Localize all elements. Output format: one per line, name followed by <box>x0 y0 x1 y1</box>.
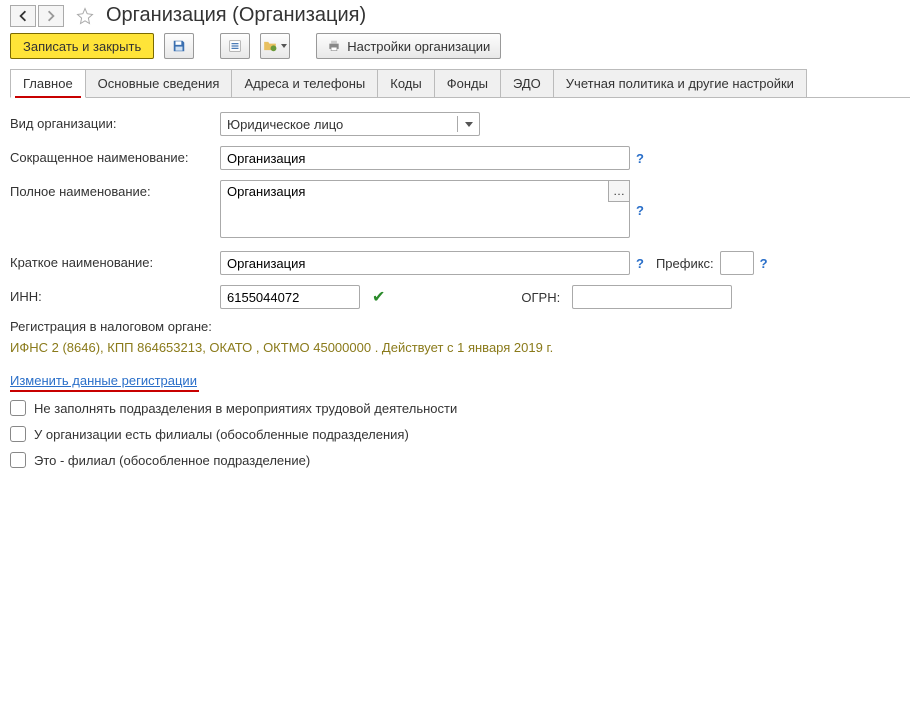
tab-bar: Главное Основные сведения Адреса и телеф… <box>10 69 910 98</box>
nav-forward-button[interactable] <box>38 5 64 27</box>
tab-basic-info[interactable]: Основные сведения <box>85 69 233 97</box>
chk-no-subdivisions-label: Не заполнять подразделения в мероприятия… <box>34 401 457 416</box>
tab-edo[interactable]: ЭДО <box>500 69 554 97</box>
favorite-star-icon[interactable] <box>74 5 96 27</box>
chk-is-branch[interactable] <box>10 452 26 468</box>
tab-codes[interactable]: Коды <box>377 69 434 97</box>
printer-icon <box>327 39 341 53</box>
registration-text: ИФНС 2 (8646), КПП 864653213, ОКАТО , ОК… <box>10 340 910 355</box>
help-icon[interactable]: ? <box>636 203 644 218</box>
tab-accounting-policy[interactable]: Учетная политика и другие настройки <box>553 69 807 97</box>
tab-main[interactable]: Главное <box>10 69 86 98</box>
chk-no-subdivisions[interactable] <box>10 400 26 416</box>
help-icon[interactable]: ? <box>636 151 644 166</box>
floppy-icon <box>172 39 186 53</box>
prefix-label: Префикс: <box>656 256 714 271</box>
registration-section-label: Регистрация в налоговом органе: <box>10 319 910 334</box>
chk-has-branches-label: У организации есть филиалы (обособленные… <box>34 427 409 442</box>
list-icon <box>228 39 242 53</box>
prefix-input[interactable] <box>720 251 754 275</box>
save-and-close-button[interactable]: Записать и закрыть <box>10 33 154 59</box>
chevron-down-icon <box>457 116 479 132</box>
tab-addresses[interactable]: Адреса и телефоны <box>231 69 378 97</box>
brief-name-input[interactable] <box>220 251 630 275</box>
tab-funds[interactable]: Фонды <box>434 69 501 97</box>
full-name-textarea[interactable]: Организация <box>220 180 630 238</box>
folder-dropdown-button[interactable] <box>260 33 290 59</box>
page-title: Организация (Организация) <box>106 4 366 27</box>
ogrn-input[interactable] <box>572 285 732 309</box>
org-type-select[interactable]: Юридическое лицо <box>220 112 480 136</box>
expand-button[interactable]: … <box>608 180 630 202</box>
folder-icon <box>263 39 277 53</box>
nav-back-button[interactable] <box>10 5 36 27</box>
change-registration-link[interactable]: Изменить данные регистрации <box>10 373 197 388</box>
chk-is-branch-label: Это - филиал (обособленное подразделение… <box>34 453 310 468</box>
org-settings-button[interactable]: Настройки организации <box>316 33 501 59</box>
help-icon[interactable]: ? <box>636 256 644 271</box>
brief-name-label: Краткое наименование: <box>10 251 220 270</box>
list-button[interactable] <box>220 33 250 59</box>
help-icon[interactable]: ? <box>760 256 768 271</box>
short-name-label: Сокращенное наименование: <box>10 146 220 165</box>
org-type-label: Вид организации: <box>10 112 220 131</box>
full-name-label: Полное наименование: <box>10 180 220 199</box>
checkmark-icon: ✔ <box>372 287 385 307</box>
inn-input[interactable] <box>220 285 360 309</box>
chk-has-branches[interactable] <box>10 426 26 442</box>
ogrn-label: ОГРН: <box>521 290 560 305</box>
save-button[interactable] <box>164 33 194 59</box>
inn-label: ИНН: <box>10 285 220 304</box>
short-name-input[interactable] <box>220 146 630 170</box>
